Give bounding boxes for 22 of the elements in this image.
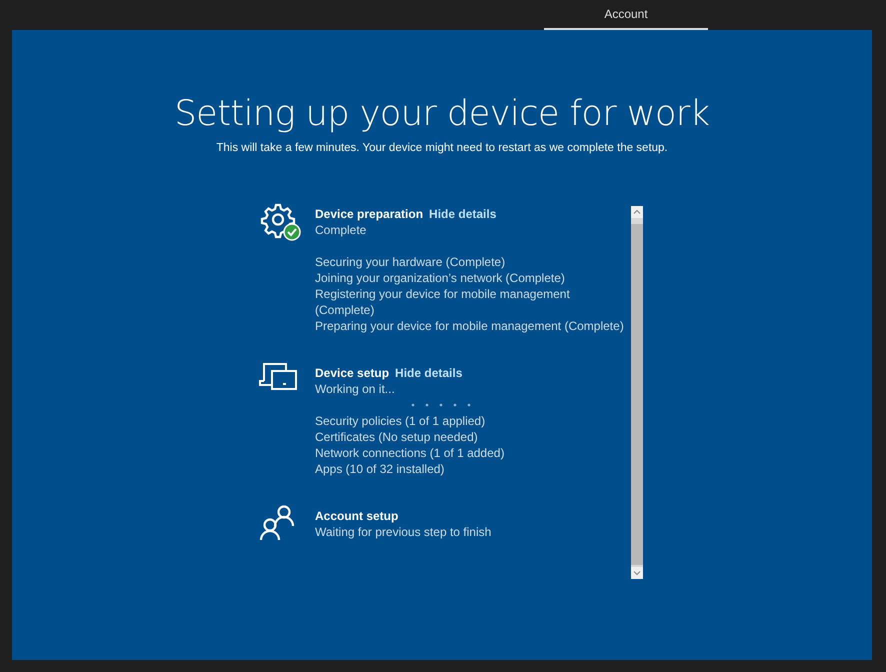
hide-details-link[interactable]: Hide details <box>429 206 496 222</box>
subtitle: This will take a few minutes. Your device might need to restart as we complete the setup. <box>216 142 668 154</box>
step-title: Device setup <box>315 365 390 381</box>
detail-item: Preparing your device for mobile management (Complete) <box>315 318 625 334</box>
step-title: Account setup <box>315 508 398 524</box>
scroll-down-icon[interactable] <box>631 567 643 579</box>
devices-icon <box>259 361 299 393</box>
detail-item: Security policies (1 of 1 applied) <box>315 413 486 429</box>
step-status: Complete <box>315 222 368 238</box>
step-status: Waiting for previous step to finish <box>315 524 492 540</box>
detail-item: Registering your device for mobile management (Complete) <box>315 286 571 318</box>
detail-item: Certificates (No setup needed) <box>315 429 479 445</box>
step-status: Working on it... <box>315 381 396 397</box>
detail-item: Securing your hardware (Complete) <box>315 254 506 270</box>
hide-details-link[interactable]: Hide details <box>395 365 462 381</box>
page-title: Setting up your device for work <box>174 94 710 134</box>
detail-item: Network connections (1 of 1 added) <box>315 445 504 461</box>
scroll-up-icon[interactable] <box>631 206 643 218</box>
step-title: Device preparation <box>315 206 424 222</box>
people-icon <box>259 504 297 542</box>
detail-item: Apps (10 of 32 installed) <box>315 461 446 477</box>
detail-item: Joining your organization’s network (Complete) <box>315 270 566 286</box>
